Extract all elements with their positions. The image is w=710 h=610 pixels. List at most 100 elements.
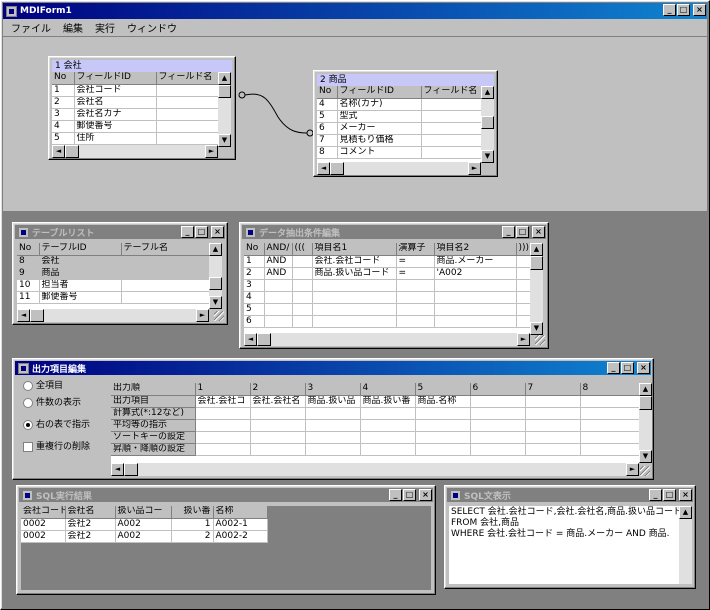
table-row[interactable]: 11 郵便番号 [17, 291, 209, 304]
horizontal-scrollbar[interactable]: ◄ ► [317, 162, 481, 175]
table-row[interactable]: 6 [244, 315, 530, 328]
table-row[interactable]: 8 会社 [17, 255, 209, 268]
main-title-bar[interactable]: MDIForm1 _ □ × [3, 3, 707, 19]
table-row[interactable]: 昇順・降順の設定 [111, 443, 639, 456]
scroll-up-icon[interactable]: ▲ [530, 243, 543, 256]
resize-grip[interactable] [535, 335, 545, 345]
table-row[interactable]: 計算式(*:12など) [111, 407, 639, 420]
menu-file[interactable]: ファイル [11, 20, 51, 35]
vertical-scrollbar[interactable]: ▲ ▼ [209, 243, 222, 309]
minimize-button[interactable]: _ [502, 226, 515, 238]
scroll-up-icon[interactable]: ▲ [679, 506, 692, 519]
table-row[interactable]: 2 AND 商品.扱い品コード = 'A002 [244, 267, 530, 280]
results-title-bar[interactable]: SQL実行結果 _ □ × [19, 488, 433, 502]
table-row[interactable]: 1 会社コード [52, 84, 218, 97]
scroll-left-icon[interactable]: ◄ [317, 162, 330, 175]
close-button[interactable]: × [419, 489, 432, 501]
close-button[interactable]: × [679, 489, 692, 501]
maximize-button[interactable]: □ [663, 489, 676, 501]
vertical-scrollbar[interactable]: ▲ ▼ [639, 383, 652, 463]
table-row[interactable]: 0002 会社2 A002 1 A002-1 [21, 518, 268, 531]
horizontal-scrollbar[interactable]: ◄ ► [17, 309, 209, 322]
scroll-up-icon[interactable]: ▲ [218, 72, 231, 85]
scroll-thumb[interactable] [30, 309, 44, 322]
scroll-thumb[interactable] [330, 162, 344, 175]
table-row[interactable]: 5 [244, 303, 530, 316]
radio-icon[interactable] [23, 397, 33, 408]
table-row[interactable]: 平均等の指示 [111, 419, 639, 432]
scroll-thumb[interactable] [639, 396, 652, 410]
scroll-thumb[interactable] [124, 463, 138, 476]
scroll-down-icon[interactable]: ▼ [481, 150, 494, 163]
menu-window[interactable]: ウィンドウ [127, 20, 177, 35]
scroll-right-icon[interactable]: ► [517, 333, 530, 346]
close-button[interactable]: × [637, 362, 650, 374]
sql-textarea[interactable]: SELECT 会社.会社コード,会社.会社名,商品.扱い品コード FROM 会社… [449, 506, 679, 584]
horizontal-scrollbar[interactable]: ◄ ► [244, 333, 530, 346]
table-row[interactable]: 4 郵便番号 [52, 120, 218, 133]
scroll-up-icon[interactable]: ▲ [481, 86, 494, 99]
table-row[interactable]: 5 住所 [52, 132, 218, 145]
menu-run[interactable]: 実行 [95, 20, 115, 35]
scroll-right-icon[interactable]: ► [205, 145, 218, 158]
table-row[interactable]: 4 [244, 291, 530, 304]
maximize-button[interactable]: □ [677, 4, 690, 16]
minimize-button[interactable]: _ [389, 489, 402, 501]
close-button[interactable]: × [693, 4, 706, 16]
table-row[interactable]: 9 商品 [17, 267, 209, 280]
scroll-right-icon[interactable]: ► [626, 463, 639, 476]
table-row[interactable]: 0002 会社2 A002 2 A002-2 [21, 530, 268, 543]
table-list-title-bar[interactable]: テーブルリスト _ □ × [15, 225, 225, 239]
scroll-thumb[interactable] [481, 116, 494, 129]
minimize-button[interactable]: _ [649, 489, 662, 501]
output-title-bar[interactable]: 出力項目編集 _ □ × [15, 361, 651, 375]
table-row[interactable]: 1 AND 会社.会社コード = 商品.メーカー [244, 255, 530, 268]
scroll-down-icon[interactable]: ▼ [218, 134, 231, 147]
scroll-thumb[interactable] [530, 256, 543, 270]
resize-grip[interactable] [640, 466, 650, 476]
maximize-button[interactable]: □ [516, 226, 529, 238]
table-row[interactable]: 8 コメント [317, 146, 481, 159]
table-row[interactable]: 2 会社名 [52, 96, 218, 109]
dedupe-checkbox[interactable]: 重複行の削除 [23, 440, 113, 457]
scroll-left-icon[interactable]: ◄ [52, 145, 65, 158]
table-company-title[interactable]: 1 会社 [52, 60, 232, 72]
option-all[interactable]: 全項目 [23, 379, 113, 396]
maximize-button[interactable]: □ [621, 362, 634, 374]
table-row[interactable]: 10 担当者 [17, 279, 209, 292]
resize-grip[interactable] [214, 311, 224, 321]
extract-title-bar[interactable]: データ抽出条件編集 _ □ × [242, 225, 546, 239]
scroll-up-icon[interactable]: ▲ [639, 383, 652, 396]
menu-edit[interactable]: 編集 [63, 20, 83, 35]
horizontal-scrollbar[interactable]: ◄ ► [111, 463, 639, 476]
scroll-up-icon[interactable]: ▲ [209, 243, 222, 256]
table-row[interactable]: 6 メーカー [317, 122, 481, 135]
scroll-right-icon[interactable]: ► [468, 162, 481, 175]
table-row[interactable]: 7 見積もり価格 [317, 134, 481, 147]
option-count[interactable]: 件数の表示 [23, 396, 113, 418]
scroll-thumb[interactable] [257, 333, 271, 346]
close-button[interactable]: × [532, 226, 545, 238]
scroll-thumb[interactable] [209, 277, 222, 290]
scroll-thumb[interactable] [65, 145, 79, 158]
option-right-table[interactable]: 右の表で指示 [23, 418, 113, 440]
scroll-left-icon[interactable]: ◄ [111, 463, 124, 476]
table-row[interactable]: 出力項目 会社.会社コ 会社.会社名 商品.扱い品 商品.扱い番 商品.名称 [111, 395, 639, 408]
maximize-button[interactable]: □ [403, 489, 416, 501]
horizontal-scrollbar[interactable]: ◄ ► [52, 145, 218, 158]
checkbox-icon[interactable] [23, 441, 33, 452]
close-button[interactable]: × [211, 226, 224, 238]
minimize-button[interactable]: _ [663, 4, 676, 16]
scroll-down-icon[interactable]: ▼ [639, 450, 652, 463]
scroll-thumb[interactable] [218, 85, 231, 98]
vertical-scrollbar[interactable]: ▲ ▼ [218, 72, 231, 147]
minimize-button[interactable]: _ [607, 362, 620, 374]
vertical-scrollbar[interactable]: ▲ [679, 506, 692, 584]
scroll-down-icon[interactable]: ▼ [530, 322, 543, 335]
radio-icon[interactable] [23, 380, 33, 391]
maximize-button[interactable]: □ [195, 226, 208, 238]
scroll-left-icon[interactable]: ◄ [17, 309, 30, 322]
vertical-scrollbar[interactable]: ▲ ▼ [530, 243, 543, 335]
table-row[interactable]: 4 名称(カナ) [317, 98, 481, 111]
scroll-down-icon[interactable]: ▼ [209, 296, 222, 309]
